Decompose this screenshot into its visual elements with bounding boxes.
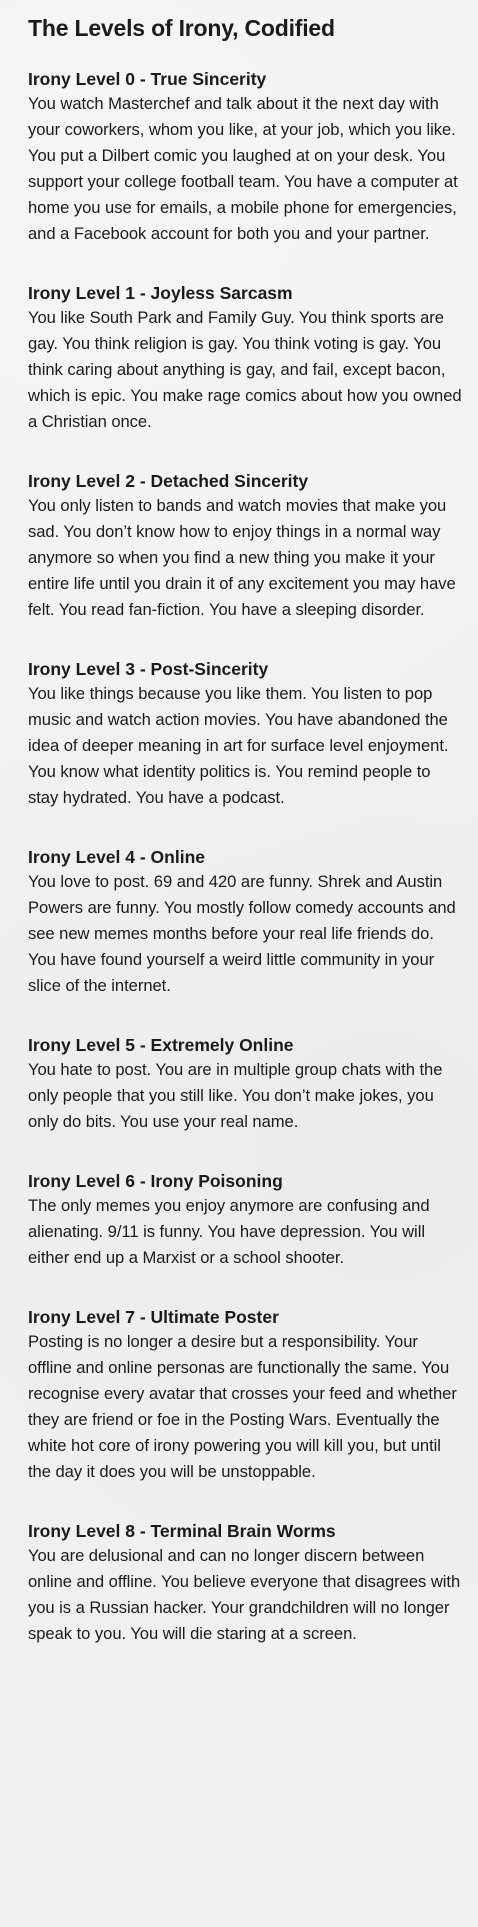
level-description: You watch Masterchef and talk about it t… bbox=[28, 94, 458, 243]
level-section-1: Irony Level 1 - Joyless Sarcasm You like… bbox=[28, 282, 464, 435]
level-heading: Irony Level 1 - Joyless Sarcasm bbox=[28, 283, 293, 303]
level-heading: Irony Level 3 - Post-Sincerity bbox=[28, 659, 269, 679]
level-heading: Irony Level 4 - Online bbox=[28, 847, 205, 867]
level-description: The only memes you enjoy anymore are con… bbox=[28, 1196, 430, 1267]
level-heading: Irony Level 8 - Terminal Brain Worms bbox=[28, 1521, 336, 1541]
level-description: You like things because you like them. Y… bbox=[28, 684, 449, 807]
level-heading: Irony Level 7 - Ultimate Poster bbox=[28, 1307, 279, 1327]
level-section-4: Irony Level 4 - Online You love to post.… bbox=[28, 846, 464, 999]
level-section-0: Irony Level 0 - True Sincerity You watch… bbox=[28, 68, 464, 247]
level-description: You like South Park and Family Guy. You … bbox=[28, 308, 462, 431]
level-section-2: Irony Level 2 - Detached Sincerity You o… bbox=[28, 470, 464, 623]
level-heading: Irony Level 2 - Detached Sincerity bbox=[28, 471, 309, 491]
level-heading: Irony Level 5 - Extremely Online bbox=[28, 1035, 294, 1055]
level-heading: Irony Level 0 - True Sincerity bbox=[28, 69, 267, 89]
level-description: You are delusional and can no longer dis… bbox=[28, 1546, 461, 1643]
level-section-6: Irony Level 6 - Irony Poisoning The only… bbox=[28, 1170, 464, 1271]
level-section-8: Irony Level 8 - Terminal Brain Worms You… bbox=[28, 1520, 464, 1647]
level-heading: Irony Level 6 - Irony Poisoning bbox=[28, 1171, 283, 1191]
page-title: The Levels of Irony, Codified bbox=[28, 15, 335, 41]
level-section-3: Irony Level 3 - Post-Sincerity You like … bbox=[28, 658, 464, 811]
level-description: You love to post. 69 and 420 are funny. … bbox=[28, 872, 456, 995]
level-description: You hate to post. You are in multiple gr… bbox=[28, 1060, 443, 1131]
level-section-5: Irony Level 5 - Extremely Online You hat… bbox=[28, 1034, 464, 1135]
level-section-7: Irony Level 7 - Ultimate Poster Posting … bbox=[28, 1306, 464, 1485]
document-page: The Levels of Irony, Codified Irony Leve… bbox=[0, 0, 478, 1927]
level-description: You only listen to bands and watch movie… bbox=[28, 496, 456, 619]
level-description: Posting is no longer a desire but a resp… bbox=[28, 1332, 457, 1481]
